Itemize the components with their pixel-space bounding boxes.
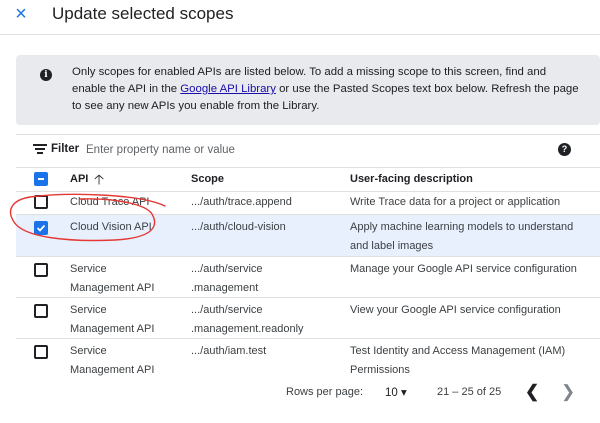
scope-description: Test Identity and Access Management (IAM… xyxy=(350,345,566,376)
scope-value: .../auth/iam.test xyxy=(191,345,267,357)
close-icon[interactable]: × xyxy=(11,4,31,24)
indeterminate-icon xyxy=(38,178,44,180)
column-header-scope: Scope xyxy=(191,173,225,185)
filter-bar: Filter ? xyxy=(16,134,600,168)
table-row: Service Management API .../auth/service … xyxy=(16,298,600,339)
dialog-header: × Update selected scopes xyxy=(0,0,600,35)
column-header-api[interactable]: API xyxy=(70,173,88,185)
scope-description: View your Google API service configurati… xyxy=(350,304,561,316)
scope-value: .../auth/service .management.readonly xyxy=(191,304,304,335)
pagination: Rows per page: 10 ▾ 21 – 25 of 25 ❮ ❯ xyxy=(0,382,600,406)
table-row: Cloud Trace API .../auth/trace.append Wr… xyxy=(16,191,600,215)
scope-description: Manage your Google API service configura… xyxy=(350,263,577,275)
info-icon: i xyxy=(40,69,52,81)
api-name: Service Management API xyxy=(70,263,155,294)
row-checkbox[interactable] xyxy=(34,304,48,318)
table-header: API 🡡 Scope User-facing description xyxy=(16,167,600,192)
row-checkbox[interactable] xyxy=(34,195,48,209)
help-icon[interactable]: ? xyxy=(558,143,571,156)
row-checkbox[interactable] xyxy=(34,345,48,359)
api-name: Cloud Vision API xyxy=(70,221,152,233)
sort-arrow-up-icon[interactable]: 🡡 xyxy=(94,169,104,193)
check-icon xyxy=(36,224,46,232)
scope-value: .../auth/service .management xyxy=(191,263,263,294)
filter-label: Filter xyxy=(51,143,80,155)
table-row: Cloud Vision API .../auth/cloud-vision A… xyxy=(16,215,600,257)
dialog-title: Update selected scopes xyxy=(52,4,234,23)
page-range: 21 – 25 of 25 xyxy=(437,386,502,398)
api-name: Service Management API xyxy=(70,345,155,376)
info-text: Only scopes for enabled APIs are listed … xyxy=(72,64,582,115)
filter-input[interactable] xyxy=(86,140,486,160)
scope-value: .../auth/cloud-vision xyxy=(191,221,286,233)
select-all-checkbox[interactable] xyxy=(34,172,48,186)
row-checkbox[interactable] xyxy=(34,221,48,235)
column-header-description: User-facing description xyxy=(350,173,473,185)
scope-value: .../auth/trace.append xyxy=(191,196,292,208)
api-name: Service Management API xyxy=(70,304,155,335)
row-checkbox[interactable] xyxy=(34,263,48,277)
table-row: Service Management API .../auth/service … xyxy=(16,257,600,298)
next-page-icon[interactable]: ❯ xyxy=(561,382,575,402)
rows-per-page-label: Rows per page: xyxy=(286,386,364,398)
filter-icon[interactable] xyxy=(33,143,47,155)
scope-description: Write Trace data for a project or applic… xyxy=(350,196,561,208)
rows-per-page-select[interactable]: 10 ▾ xyxy=(385,385,407,399)
scope-description: Apply machine learning models to underst… xyxy=(350,221,574,252)
info-banner: i Only scopes for enabled APIs are liste… xyxy=(16,55,600,125)
google-api-library-link[interactable]: Google API Library xyxy=(180,83,276,95)
previous-page-icon[interactable]: ❮ xyxy=(525,382,539,402)
table-row: Service Management API .../auth/iam.test… xyxy=(16,339,600,379)
api-name: Cloud Trace API xyxy=(70,196,150,208)
